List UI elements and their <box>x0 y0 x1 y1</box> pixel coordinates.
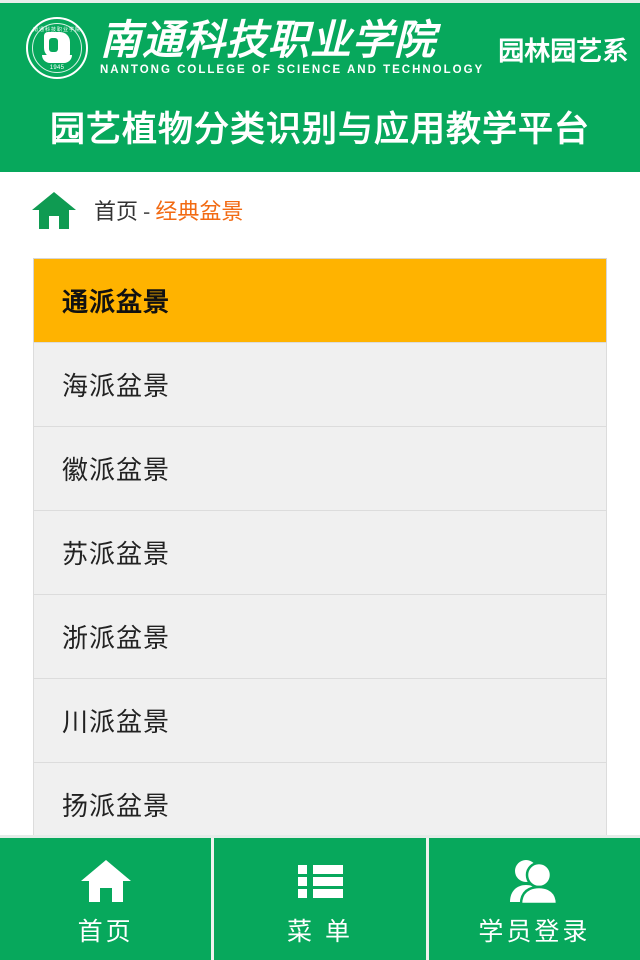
list-item[interactable]: 苏派盆景 <box>33 510 607 594</box>
nav-label: 首页 <box>77 918 134 946</box>
app-root: 南通科技职业学院 1945 南通科技职业学院 NANTONG COLLEGE O… <box>0 0 640 960</box>
bottom-navigation: 首页 菜 单 学员登录 <box>0 835 640 960</box>
list-item-label: 海派盆景 <box>62 371 171 401</box>
list-item[interactable]: 通派盆景 <box>33 258 607 342</box>
list-item-label: 浙派盆景 <box>62 623 171 653</box>
users-icon <box>507 856 561 906</box>
list-item-label: 徽派盆景 <box>62 455 171 485</box>
list-item[interactable]: 徽派盆景 <box>33 426 607 510</box>
list-item[interactable]: 扬派盆景 <box>33 762 607 846</box>
college-seal-icon: 南通科技职业学院 1945 <box>26 17 88 79</box>
nav-label: 菜 单 <box>287 918 353 946</box>
site-header: 南通科技职业学院 1945 南通科技职业学院 NANTONG COLLEGE O… <box>0 0 640 172</box>
list-item-label: 苏派盆景 <box>62 539 171 569</box>
nav-item-home[interactable]: 首页 <box>0 838 211 960</box>
seal-leaf-shape <box>42 55 72 63</box>
brand-department: 园林园艺系 <box>498 35 629 66</box>
brand-name-en: NANTONG COLLEGE OF SCIENCE AND TECHNOLOG… <box>100 64 485 77</box>
breadcrumb-home-link[interactable]: 首页 <box>94 199 138 224</box>
list-item[interactable]: 川派盆景 <box>33 678 607 762</box>
brand-names: 南通科技职业学院 NANTONG COLLEGE OF SCIENCE AND … <box>100 19 630 77</box>
breadcrumb: 首页 - 经典盆景 <box>0 172 640 247</box>
page-title: 园艺植物分类识别与应用教学平台 <box>49 110 590 149</box>
seal-year-text: 1945 <box>49 65 65 71</box>
home-icon[interactable] <box>30 189 78 231</box>
list-item-label: 川派盆景 <box>62 707 171 737</box>
breadcrumb-current: 经典盆景 <box>155 198 244 224</box>
breadcrumb-text: 首页 - 经典盆景 <box>94 194 243 226</box>
list-item[interactable]: 海派盆景 <box>33 342 607 426</box>
brand-name-cn: 南通科技职业学院 <box>100 16 436 65</box>
list-menu-icon <box>293 856 347 906</box>
list-item[interactable]: 浙派盆景 <box>33 594 607 678</box>
nav-label: 学员登录 <box>478 918 591 946</box>
brand-cn-wrap: 南通科技职业学院 NANTONG COLLEGE OF SCIENCE AND … <box>100 19 484 77</box>
breadcrumb-separator: - <box>143 198 151 224</box>
nav-item-menu[interactable]: 菜 单 <box>211 838 425 960</box>
home-icon <box>79 856 133 906</box>
list-item-label: 通派盆景 <box>62 287 171 317</box>
brand-row: 南通科技职业学院 1945 南通科技职业学院 NANTONG COLLEGE O… <box>26 15 630 81</box>
nav-item-student-login[interactable]: 学员登录 <box>425 838 640 960</box>
list-item-label: 扬派盆景 <box>62 790 171 821</box>
